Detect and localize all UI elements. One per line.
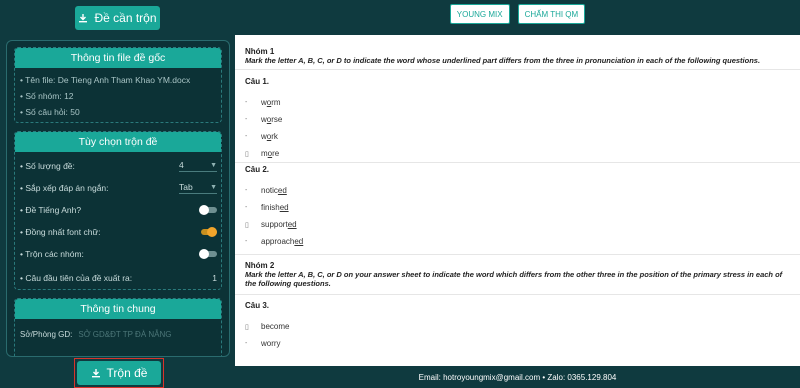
file-info-header: Thông tin file đề gốc — [15, 48, 221, 68]
first-question-row: • Câu đầu tiên của đề xuất ra: 1 — [15, 267, 221, 289]
mix-button-highlight: Trộn đề — [74, 358, 164, 388]
answer-item: ▯ supported — [245, 220, 297, 229]
options-header: Tùy chọn trộn đề — [15, 132, 221, 152]
left-panel: Đề cần trộn Thông tin file đề gốc • Tên … — [0, 0, 235, 388]
first-question-input[interactable]: 1 — [212, 273, 217, 283]
shuffle-groups-label: • Trộn các nhóm: — [20, 249, 84, 259]
answer-item: - noticed — [245, 186, 287, 195]
group-count: • Số nhóm: 12 — [20, 91, 74, 101]
document-preview: Nhóm 1 Mark the letter A, B, C, or D to … — [235, 35, 800, 366]
sort-row: • Sắp xếp đáp án ngắn: Tab ▼ — [15, 177, 221, 199]
first-question-label: • Câu đầu tiên của đề xuất ra: — [20, 273, 133, 283]
answer-item: - worm — [245, 98, 281, 107]
mix-button[interactable]: Trộn đề — [77, 361, 161, 385]
answer-item: - worse — [245, 115, 283, 124]
font-label: • Đồng nhất font chữ: — [20, 227, 101, 237]
dept-label: Sở/Phòng GD: — [20, 329, 73, 339]
answer-item: - work — [245, 132, 278, 141]
download-icon — [91, 368, 101, 378]
sort-value: Tab — [179, 182, 193, 192]
num-tests-row: • Số lượng đề: 4 ▼ — [15, 155, 221, 177]
shuffle-groups-row: • Trộn các nhóm: — [15, 243, 221, 265]
group-2-instructions: Mark the letter A, B, C, or D on your an… — [245, 270, 783, 288]
sort-label: • Sắp xếp đáp án ngắn: — [20, 183, 109, 193]
english-toggle[interactable] — [199, 205, 217, 215]
footer-contact: Email: hotroyoungmix@gmail.com • Zalo: 0… — [418, 372, 617, 382]
group-1-instructions: Mark the letter A, B, C, or D to indicat… — [245, 56, 761, 65]
preview-panel: YOUNG MIX CHẤM THI QM Nhóm 1 Mark the le… — [235, 0, 800, 388]
answer-item: - approached — [245, 237, 304, 246]
file-info-section: Thông tin file đề gốc • Tên file: De Tie… — [14, 47, 222, 123]
font-toggle[interactable] — [199, 227, 217, 237]
question-1-title: Câu 1. — [245, 77, 270, 86]
options-section: Tùy chọn trộn đề • Số lượng đề: 4 ▼ • Sắ… — [14, 131, 222, 290]
top-tabs: YOUNG MIX CHẤM THI QM — [235, 0, 800, 30]
chevron-down-icon: ▼ — [210, 161, 217, 169]
answer-item: ▯ more — [245, 149, 280, 158]
dept-input[interactable]: SỞ GD&ĐT TP ĐÀ NẴNG — [78, 330, 171, 339]
num-tests-select[interactable]: 4 ▼ — [179, 160, 217, 172]
question-count: • Số câu hỏi: 50 — [20, 107, 80, 117]
question-3-title: Câu 3. — [245, 301, 270, 310]
tab-cham-thi-qm[interactable]: CHẤM THI QM — [517, 4, 586, 24]
tab-young-mix[interactable]: YOUNG MIX — [449, 4, 510, 24]
question-2-title: Câu 2. — [245, 165, 270, 174]
source-test-label: Đề cần trộn — [94, 11, 157, 25]
source-test-button[interactable]: Đề cần trộn — [75, 6, 160, 30]
settings-panel: Thông tin file đề gốc • Tên file: De Tie… — [6, 40, 230, 357]
group-1-title: Nhóm 1 — [245, 47, 275, 56]
english-row: • Đề Tiếng Anh? — [15, 199, 221, 221]
answer-item: - worry — [245, 339, 281, 348]
group-2-title: Nhóm 2 — [245, 261, 275, 270]
general-header: Thông tin chung — [15, 299, 221, 319]
file-name: • Tên file: De Tieng Anh Tham Khao YM.do… — [20, 75, 191, 85]
answer-item: - finished — [245, 203, 289, 212]
sort-select[interactable]: Tab ▼ — [179, 182, 217, 194]
upload-icon — [78, 13, 88, 23]
shuffle-groups-toggle[interactable] — [199, 249, 217, 259]
dept-row: Sở/Phòng GD: SỞ GD&ĐT TP ĐÀ NẴNG — [15, 323, 221, 345]
english-label: • Đề Tiếng Anh? — [20, 205, 82, 215]
num-tests-value: 4 — [179, 160, 184, 170]
mix-button-label: Trộn đề — [106, 366, 148, 380]
num-tests-label: • Số lượng đề: — [20, 161, 75, 171]
general-section: Thông tin chung Sở/Phòng GD: SỞ GD&ĐT TP… — [14, 298, 222, 356]
chevron-down-icon: ▼ — [210, 183, 217, 191]
answer-item: ▯ become — [245, 322, 290, 331]
font-row: • Đồng nhất font chữ: — [15, 221, 221, 243]
